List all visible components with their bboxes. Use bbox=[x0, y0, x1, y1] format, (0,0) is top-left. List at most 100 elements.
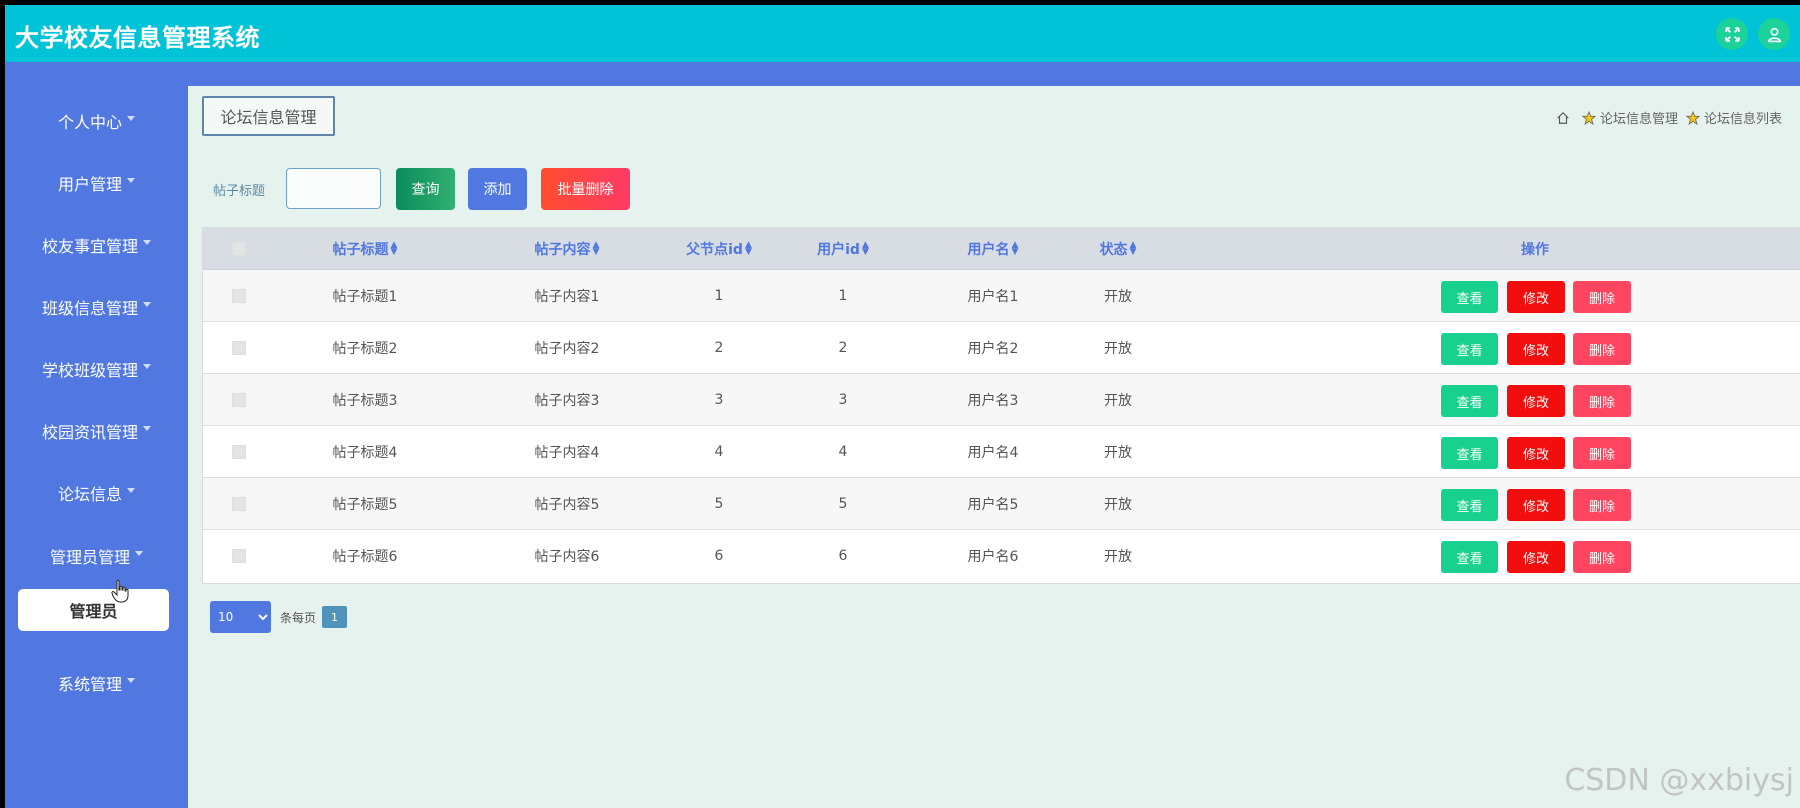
pagination: 10 条每页 1 bbox=[210, 601, 348, 633]
delete-button[interactable]: 删除 bbox=[1573, 437, 1631, 469]
query-button[interactable]: 查询 bbox=[396, 168, 455, 210]
table-row: 帖子标题3 帖子内容3 3 3 用户名3 开放 查看 修改 删除 bbox=[203, 374, 1800, 426]
caret-down-icon bbox=[127, 487, 135, 493]
edit-button[interactable]: 修改 bbox=[1507, 333, 1565, 365]
view-button[interactable]: 查看 bbox=[1441, 385, 1498, 417]
edit-button[interactable]: 修改 bbox=[1507, 437, 1565, 469]
bulk-delete-button[interactable]: 批量删除 bbox=[541, 168, 630, 210]
cell-post-content: 帖子内容6 bbox=[534, 549, 600, 565]
cell-post-title: 帖子标题4 bbox=[332, 444, 398, 461]
app-window: 大学校友信息管理系统 个人中心 用户管理 校友事宜管理 班级信息管理 学校班级管… bbox=[5, 5, 1800, 808]
sidebar-item-personal-center[interactable]: 个人中心 bbox=[5, 101, 188, 141]
header-username[interactable]: 用户名 ▲ ▼ bbox=[931, 228, 1055, 269]
user-icon[interactable] bbox=[1758, 18, 1790, 50]
sidebar-item-admin-management[interactable]: 管理员管理 bbox=[5, 536, 188, 576]
cell-post-content: 帖子内容4 bbox=[534, 444, 600, 461]
sub-header-bar bbox=[5, 62, 1800, 86]
caret-down-icon bbox=[143, 363, 151, 369]
sidebar-item-school-class[interactable]: 学校班级管理 bbox=[5, 349, 188, 389]
add-button[interactable]: 添加 bbox=[468, 168, 527, 210]
cell-post-title: 帖子标题1 bbox=[332, 288, 398, 305]
cell-parent-id: 1 bbox=[714, 287, 724, 304]
breadcrumb-label: 论坛信息管理 bbox=[1599, 112, 1678, 127]
view-button[interactable]: 查看 bbox=[1441, 437, 1498, 469]
sidebar-item-label: 校园资讯管理 bbox=[41, 423, 138, 442]
table-row: 帖子标题2 帖子内容2 2 2 用户名2 开放 查看 修改 删除 bbox=[203, 322, 1800, 374]
row-checkbox[interactable] bbox=[232, 288, 246, 303]
row-checkbox[interactable] bbox=[232, 340, 246, 355]
sidebar-item-label: 系统管理 bbox=[57, 675, 122, 694]
sidebar-item-label: 用户管理 bbox=[57, 175, 122, 194]
sidebar-item-label: 班级信息管理 bbox=[41, 299, 138, 318]
cell-post-title: 帖子标题3 bbox=[332, 392, 398, 409]
view-button[interactable]: 查看 bbox=[1441, 489, 1498, 521]
sidebar-item-label: 管理员管理 bbox=[49, 548, 130, 567]
page-number-button[interactable]: 1 bbox=[322, 606, 348, 628]
per-page-label: 条每页 bbox=[280, 610, 317, 625]
star-icon bbox=[1685, 110, 1700, 125]
header-status[interactable]: 状态 ▲ ▼ bbox=[1056, 228, 1180, 269]
page-size-select[interactable]: 10 bbox=[210, 601, 271, 633]
sidebar-subitem-admin[interactable]: 管理员 bbox=[18, 589, 169, 631]
caret-down-icon bbox=[127, 677, 135, 683]
caret-down-icon bbox=[143, 301, 151, 307]
top-bar: 大学校友信息管理系统 bbox=[5, 5, 1800, 62]
table-row: 帖子标题4 帖子内容4 4 4 用户名4 开放 查看 修改 删除 bbox=[203, 426, 1800, 478]
view-button[interactable]: 查看 bbox=[1441, 281, 1498, 313]
header-user-id[interactable]: 用户id ▲ ▼ bbox=[781, 228, 905, 269]
cell-post-title: 帖子标题2 bbox=[332, 340, 398, 357]
breadcrumb-item: 论坛信息列表 bbox=[1685, 108, 1782, 127]
cell-username: 用户名2 bbox=[967, 340, 1019, 357]
app-title: 大学校友信息管理系统 bbox=[15, 24, 260, 52]
edit-button[interactable]: 修改 bbox=[1507, 281, 1565, 313]
row-checkbox[interactable] bbox=[232, 496, 246, 511]
table-row: 帖子标题5 帖子内容5 5 5 用户名5 开放 查看 修改 删除 bbox=[203, 478, 1800, 530]
sidebar-item-alumni-affairs[interactable]: 校友事宜管理 bbox=[5, 225, 188, 265]
row-select-cell bbox=[217, 426, 261, 477]
fullscreen-icon[interactable] bbox=[1716, 18, 1748, 50]
caret-down-icon bbox=[143, 239, 151, 245]
delete-button[interactable]: 删除 bbox=[1573, 333, 1631, 365]
view-button[interactable]: 查看 bbox=[1441, 541, 1498, 573]
delete-button[interactable]: 删除 bbox=[1573, 489, 1631, 521]
delete-button[interactable]: 删除 bbox=[1573, 281, 1631, 313]
sidebar-item-class-info[interactable]: 班级信息管理 bbox=[5, 287, 188, 327]
breadcrumb-label: 论坛信息列表 bbox=[1703, 112, 1782, 127]
sort-icon: ▲ ▼ bbox=[390, 239, 398, 257]
edit-button[interactable]: 修改 bbox=[1507, 489, 1565, 521]
main-content: 论坛信息管理 论坛信息管理 论坛信息列表 帖子标题 查询 添加 批量删除 帖子标… bbox=[188, 86, 1800, 808]
header-post-title[interactable]: 帖子标题 ▲ ▼ bbox=[303, 228, 427, 269]
star-icon bbox=[1581, 110, 1596, 125]
cell-parent-id: 5 bbox=[714, 495, 724, 512]
watermark: CSDN @xxbiysj bbox=[1564, 763, 1794, 798]
cell-post-content: 帖子内容1 bbox=[534, 288, 600, 305]
sort-icon: ▲ ▼ bbox=[1011, 239, 1019, 257]
delete-button[interactable]: 删除 bbox=[1573, 541, 1631, 573]
row-select-cell bbox=[217, 270, 261, 321]
edit-button[interactable]: 修改 bbox=[1507, 541, 1565, 573]
table-header: 帖子标题 ▲ ▼ 帖子内容 ▲ ▼ 父节点id ▲ ▼ 用户id ▲ ▼ 用户名 ▲ ▼ 状态 ▲ ▼ … bbox=[203, 228, 1800, 270]
row-select-cell bbox=[217, 530, 261, 582]
header-post-content[interactable]: 帖子内容 ▲ ▼ bbox=[505, 228, 629, 269]
home-icon[interactable] bbox=[1556, 111, 1570, 125]
select-all-checkbox[interactable] bbox=[232, 241, 246, 256]
sidebar-item-user-management[interactable]: 用户管理 bbox=[5, 163, 188, 203]
row-checkbox[interactable] bbox=[232, 549, 246, 563]
row-checkbox[interactable] bbox=[232, 444, 246, 459]
breadcrumb-item[interactable]: 论坛信息管理 bbox=[1581, 108, 1678, 127]
cell-status: 开放 bbox=[1104, 340, 1132, 357]
cell-status: 开放 bbox=[1104, 444, 1132, 461]
sort-icon: ▲ ▼ bbox=[744, 239, 752, 257]
post-title-search-input[interactable] bbox=[286, 168, 381, 209]
edit-button[interactable]: 修改 bbox=[1507, 385, 1565, 417]
cell-user-id: 3 bbox=[838, 391, 848, 408]
delete-button[interactable]: 删除 bbox=[1573, 385, 1631, 417]
sidebar-item-forum-info[interactable]: 论坛信息 bbox=[5, 473, 188, 513]
view-button[interactable]: 查看 bbox=[1441, 333, 1498, 365]
sidebar-item-campus-news[interactable]: 校园资讯管理 bbox=[5, 411, 188, 451]
sidebar-item-system-management[interactable]: 系统管理 bbox=[5, 663, 188, 703]
row-checkbox[interactable] bbox=[232, 392, 246, 407]
header-parent-id[interactable]: 父节点id ▲ ▼ bbox=[657, 228, 781, 269]
page-title-tab[interactable]: 论坛信息管理 bbox=[202, 96, 335, 136]
sidebar-item-label: 学校班级管理 bbox=[41, 361, 138, 380]
